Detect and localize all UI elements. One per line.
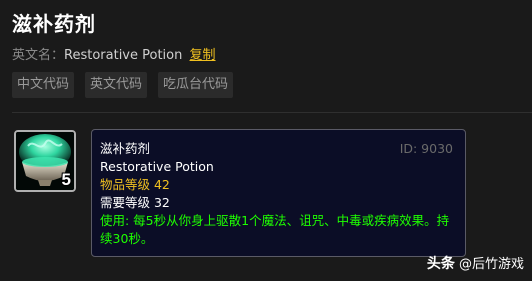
english-name-label: 英文名： [12, 48, 65, 63]
english-name-value: Restorative Potion [64, 48, 183, 63]
tooltip-required-level: 需要等级 32 [100, 195, 170, 210]
watermark: 头条 @后竹游戏 [427, 253, 524, 273]
tab-chinese-code[interactable]: 中文代码 [12, 72, 75, 98]
stack-count: 5 [61, 170, 71, 189]
watermark-brand: 头条 [426, 256, 455, 272]
code-tabs: 中文代码 英文代码 吃瓜台代码 [12, 72, 244, 98]
tooltip-item-id: ID: 9030 [399, 141, 453, 156]
tab-english-code[interactable]: 英文代码 [85, 72, 148, 98]
english-name-line: 英文名：Restorative Potion 复制 [12, 44, 216, 63]
tooltip-item-name: 滋补药剂 [100, 141, 151, 156]
watermark-author: @后竹游戏 [458, 257, 524, 272]
tab-chigua-code[interactable]: 吃瓜台代码 [158, 72, 234, 98]
divider [12, 112, 532, 113]
page-title: 滋补药剂 [12, 12, 96, 36]
tooltip-english-name: Restorative Potion [100, 159, 214, 174]
tooltip-use-effect: 使用: 每5秒从你身上驱散1个魔法、诅咒、中毒或疾病效果。持续30秒。 [100, 213, 450, 246]
tooltip-item-level: 物品等级 42 [100, 177, 170, 192]
item-tooltip: 滋补药剂 ID: 9030 Restorative Potion 物品等级 42… [91, 129, 466, 257]
item-icon-slot[interactable]: 5 [14, 130, 76, 192]
copy-link[interactable]: 复制 [190, 48, 216, 63]
